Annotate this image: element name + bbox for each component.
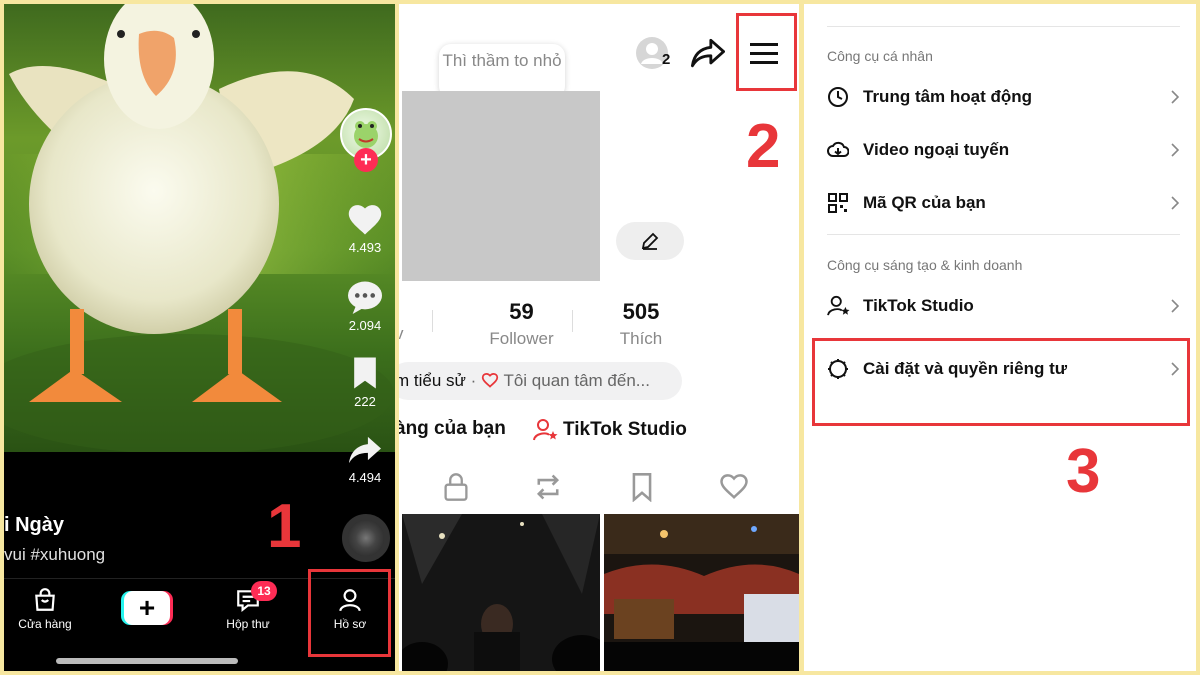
clock-icon bbox=[828, 87, 848, 107]
video-thumbnail[interactable] bbox=[402, 514, 600, 671]
plus-icon: + bbox=[124, 591, 170, 625]
duck-video-frame bbox=[4, 4, 395, 452]
video-feed-screen: + 4.493 2.094 222 4.494 i Ngày vui #xuhu… bbox=[4, 4, 395, 671]
divider bbox=[827, 234, 1180, 235]
note-tooltip[interactable]: Thì thầm to nhỏ bbox=[439, 44, 565, 98]
inbox-badge: 13 bbox=[251, 581, 277, 601]
add-bio-text: m tiểu sử bbox=[399, 371, 466, 390]
likes-stat[interactable]: 505 Thích bbox=[591, 299, 691, 349]
chevron-right-icon bbox=[1171, 143, 1179, 157]
comment-bubble-icon bbox=[348, 281, 382, 314]
follower-label: Follower bbox=[489, 329, 554, 348]
video-thumbnail[interactable] bbox=[604, 514, 799, 671]
tiktok-studio-label: TikTok Studio bbox=[563, 419, 687, 440]
bio-separator: · bbox=[470, 371, 477, 390]
save-button[interactable]: 222 bbox=[338, 356, 392, 409]
video-caption-title: i Ngày bbox=[4, 514, 65, 536]
concert-thumbnail-2 bbox=[604, 514, 799, 671]
step-number-3: 3 bbox=[1066, 437, 1101, 506]
highlight-box-menu bbox=[736, 13, 797, 91]
shopping-bag-icon bbox=[35, 588, 55, 611]
stat-divider bbox=[572, 310, 573, 332]
interest-text: Tôi quan tâm đến... bbox=[503, 371, 650, 390]
comment-count: 2.094 bbox=[348, 318, 382, 333]
video-player[interactable] bbox=[4, 4, 395, 452]
menu-item-label: Video ngoại tuyến bbox=[863, 140, 1010, 159]
pencil-icon bbox=[641, 232, 659, 250]
share-button[interactable]: 4.494 bbox=[338, 434, 392, 485]
friends-count: 2 bbox=[662, 51, 671, 68]
menu-item-activity-center[interactable]: Trung tâm hoạt động bbox=[827, 77, 1179, 117]
comment-button[interactable]: 2.094 bbox=[338, 280, 392, 333]
bookmark-icon bbox=[354, 357, 376, 389]
save-count: 222 bbox=[354, 394, 376, 409]
create-button[interactable]: + bbox=[121, 591, 173, 625]
share-count: 4.494 bbox=[348, 470, 382, 485]
bio-chip[interactable]: m tiểu sử · Tôi quan tâm đến... bbox=[399, 362, 682, 400]
private-lock-icon[interactable] bbox=[443, 472, 469, 502]
section-creator-tools: Công cụ sáng tạo & kinh doanh bbox=[827, 257, 1023, 273]
highlight-box-settings bbox=[812, 338, 1190, 426]
profile-photo-placeholder[interactable] bbox=[402, 91, 600, 281]
follow-plus-icon[interactable]: + bbox=[354, 148, 378, 172]
liked-heart-icon[interactable] bbox=[719, 472, 749, 500]
concert-thumbnail-1 bbox=[402, 514, 600, 671]
follower-count: 59 bbox=[509, 299, 534, 324]
heart-outline-icon bbox=[481, 372, 499, 388]
cloud-download-icon bbox=[827, 141, 849, 157]
profile-screen: 2 2 Thì thầm to nhỏ v 59 Follower 505 Th… bbox=[399, 4, 799, 671]
menu-item-label: Trung tâm hoạt động bbox=[863, 87, 1033, 106]
share-arrow-icon bbox=[349, 436, 381, 464]
likes-label: Thích bbox=[619, 329, 663, 348]
menu-item-label: Mã QR của bạn bbox=[863, 193, 986, 212]
home-indicator bbox=[56, 658, 238, 664]
divider bbox=[827, 26, 1180, 27]
stat-fragment: v bbox=[399, 324, 404, 343]
step-number-2: 2 bbox=[746, 112, 781, 181]
nav-shop-label: Cửa hàng bbox=[18, 617, 72, 631]
nav-inbox-label: Hộp thư bbox=[226, 617, 270, 631]
chevron-right-icon bbox=[1171, 90, 1179, 104]
repost-icon[interactable] bbox=[533, 472, 563, 502]
person-star-icon bbox=[533, 419, 558, 441]
stat-divider bbox=[432, 310, 433, 332]
likes-total: 505 bbox=[622, 299, 660, 324]
menu-item-label: TikTok Studio bbox=[863, 296, 974, 315]
chevron-right-icon bbox=[1171, 196, 1179, 210]
tiktok-studio-link[interactable]: TikTok Studio bbox=[533, 418, 687, 442]
edit-profile-button[interactable] bbox=[616, 222, 684, 260]
chevron-right-icon bbox=[1171, 299, 1179, 313]
step-number-1: 1 bbox=[267, 492, 302, 561]
follower-stat[interactable]: 59 Follower bbox=[459, 299, 584, 349]
video-caption-tags[interactable]: vui #xuhuong bbox=[4, 545, 105, 565]
nav-shop[interactable]: Cửa hàng bbox=[5, 587, 85, 631]
menu-item-offline-videos[interactable]: Video ngoại tuyến bbox=[827, 130, 1179, 170]
your-shop-link[interactable]: àng của bạn bbox=[399, 418, 506, 440]
heart-icon bbox=[348, 205, 382, 235]
section-personal-tools: Công cụ cá nhân bbox=[827, 48, 933, 64]
highlight-box-profile bbox=[308, 569, 391, 657]
person-star-icon bbox=[827, 295, 850, 316]
qr-code-icon bbox=[828, 193, 848, 213]
like-button[interactable]: 4.493 bbox=[338, 202, 392, 255]
menu-item-tiktok-studio[interactable]: TikTok Studio bbox=[827, 286, 1179, 326]
music-disc-icon[interactable] bbox=[342, 514, 390, 562]
menu-screen: Công cụ cá nhân Trung tâm hoạt động Vide… bbox=[804, 4, 1196, 671]
like-count: 4.493 bbox=[348, 240, 382, 255]
saved-bookmark-icon[interactable] bbox=[630, 472, 654, 502]
share-profile-icon[interactable] bbox=[691, 37, 725, 69]
menu-item-qr-code[interactable]: Mã QR của bạn bbox=[827, 183, 1179, 223]
